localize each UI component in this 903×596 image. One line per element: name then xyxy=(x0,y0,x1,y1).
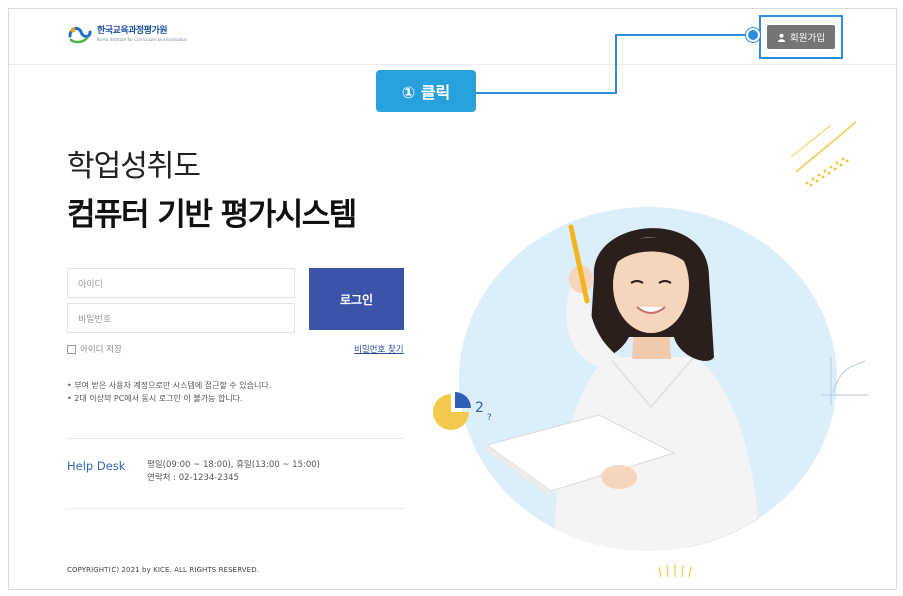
logo-mark-icon xyxy=(68,27,92,44)
svg-text:2: 2 xyxy=(475,400,484,416)
remember-label: 아이디 저장 xyxy=(80,345,122,355)
callout-connector xyxy=(476,92,617,94)
student-illustration xyxy=(485,224,779,551)
decorative-dots xyxy=(805,157,849,187)
divider xyxy=(67,508,404,509)
helpdesk-label: Help Desk xyxy=(67,459,126,473)
remember-id[interactable]: 아이디 저장 xyxy=(67,343,122,355)
helpdesk-hours: 평일(09:00 ~ 18:00), 휴일(13:00 ~ 15:00) xyxy=(147,460,320,470)
svg-text:?: ? xyxy=(487,413,492,423)
hero-title-line1: 학업성취도 xyxy=(67,149,201,184)
login-button[interactable]: 로그인 xyxy=(309,268,404,330)
hero-title-line2: 컴퓨터 기반 평가시스템 xyxy=(67,197,357,233)
id-input[interactable]: 아이디 xyxy=(67,268,295,298)
kice-logo[interactable]: 한국교육과정평가원 Korea Institute for Curriculum… xyxy=(67,24,187,44)
signup-label: 회원가입 xyxy=(790,33,825,44)
find-password-link[interactable]: 비밀번호 찾기 xyxy=(354,343,404,355)
notice-list: • 부여 받은 사용자 계정으로만 시스템에 접근할 수 있습니다. • 2대 … xyxy=(67,379,271,405)
graph-axis-decoration xyxy=(821,357,869,405)
notice-item: • 부여 받은 사용자 계정으로만 시스템에 접근할 수 있습니다. xyxy=(67,381,272,390)
copyright: COPYRIGHT(C) 2021 by KICE. ALL RIGHTS RE… xyxy=(67,566,260,574)
callout-dot xyxy=(746,28,760,42)
top-header: 한국교육과정평가원 Korea Institute for Curriculum… xyxy=(9,9,896,65)
remember-checkbox[interactable] xyxy=(67,344,76,354)
hero-circle xyxy=(459,207,837,551)
notice-item: • 2대 이상의 PC에서 동시 로그인 이 불가능 합니다. xyxy=(67,394,243,403)
pie-chart-decoration-icon: 2 ? xyxy=(433,392,492,430)
helpdesk-contact: 연락처 : 02-1234-2345 xyxy=(147,473,239,483)
logo-title: 한국교육과정평가원 xyxy=(97,25,168,36)
decorative-sun-lines xyxy=(658,564,692,578)
signup-highlight: 회원가입 xyxy=(759,15,843,59)
callout-label: ① 클릭 xyxy=(376,70,476,112)
divider xyxy=(67,438,404,439)
user-icon xyxy=(777,33,786,42)
helpdesk-info: 평일(09:00 ~ 18:00), 휴일(13:00 ~ 15:00) 연락처… xyxy=(147,459,320,485)
signup-button[interactable]: 회원가입 xyxy=(767,25,835,49)
callout-connector xyxy=(615,34,617,94)
password-input[interactable]: 비밀번호 xyxy=(67,303,295,333)
logo-subtitle: Korea Institute for Curriculum and Evalu… xyxy=(97,36,188,42)
callout-connector xyxy=(615,34,751,36)
